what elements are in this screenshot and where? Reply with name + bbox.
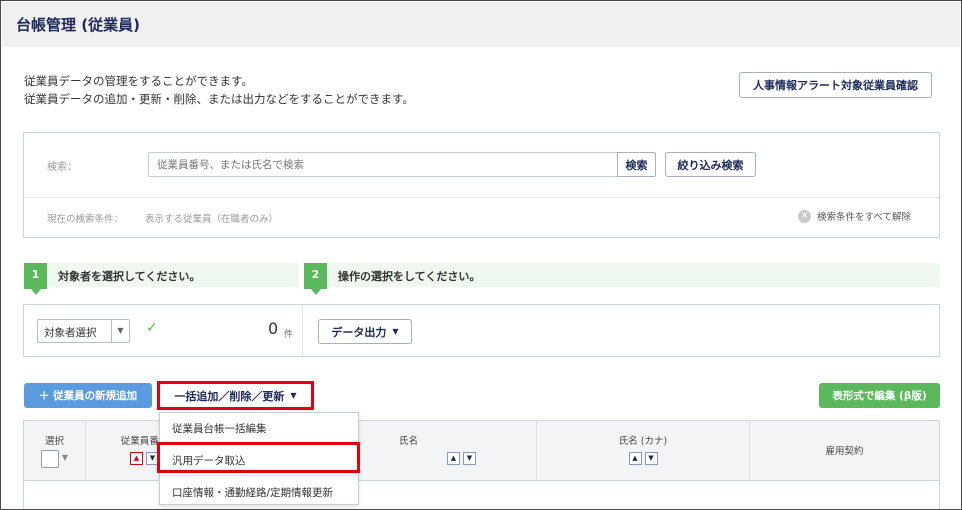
select-all-checkbox[interactable] [40,450,59,468]
condition-label: 現在の検索条件： [47,214,124,225]
sort-ascending-icon[interactable]: ▲ [628,452,642,465]
divider [24,197,939,198]
step-2-bar: 2 操作の選択をしてください。 [304,263,940,295]
column-select: 選択 ▼ [24,421,86,480]
column-select-label: 選択 [44,436,64,447]
sort-controls: ▲ ▼ [537,452,749,465]
menu-item-bulk-edit[interactable]: 従業員台帳一括編集 [160,413,358,441]
app-window: 台帳管理 (従業員) 従業員データの管理をすることができます。 従業員データの追… [0,0,962,510]
bulk-update-label: 一括追加／削除／更新 [174,389,285,403]
table-edit-button[interactable]: 表形式で編集 (β版) [819,383,940,408]
description-line-2: 従業員データの追加・更新・削除、または出力などをすることができます。 [24,92,414,106]
filter-search-button[interactable]: 絞り込み検索 [665,152,756,177]
data-output-button[interactable]: データ出力 ▼ [318,319,412,344]
clear-conditions-link[interactable]: ✕ 検索条件をすべて解除 [798,209,911,223]
sort-descending-icon[interactable]: ▼ [644,452,658,465]
search-input[interactable] [148,152,617,177]
divider [160,475,358,476]
alert-employees-button[interactable]: 人事情報アラート対象従業員確認 [739,72,932,98]
bulk-update-button[interactable]: 一括追加／削除／更新 ▼ [159,383,312,408]
sort-ascending-icon[interactable]: ▲ [447,452,460,465]
caret-down-icon: ▼ [392,327,399,336]
bulk-update-menu: 従業員台帳一括編集 汎用データ取込 口座情報・通勤経路/定期情報更新 [159,412,359,505]
x-circle-icon: ✕ [798,209,811,223]
check-icon: ✓ [146,320,158,336]
caret-down-icon: ▼ [290,391,297,400]
page-header: 台帳管理 (従業員) [2,2,960,47]
selected-count: 0 [268,319,279,338]
step-1-bar: 1 対象者を選択してください。 [24,263,299,295]
column-name-kana: 氏名 (カナ) ▲ ▼ [537,421,750,480]
search-label: 検索： [47,162,77,173]
page-title: 台帳管理 (従業員) [16,16,140,34]
step-2-number: 2 [304,263,327,295]
menu-item-generic-import[interactable]: 汎用データ取込 [160,445,358,473]
column-name-kana-label: 氏名 (カナ) [618,436,668,447]
data-output-label: データ出力 [331,325,387,339]
description-line-1: 従業員データの管理をすることができます。 [24,74,253,88]
add-employee-button[interactable]: ＋ 従業員の新規追加 [24,383,152,408]
search-button[interactable]: 検索 [617,152,656,177]
page-description: 従業員データの管理をすることができます。 従業員データの追加・更新・削除、または… [24,72,414,108]
condition-value: 表示する従業員（在職者のみ） [145,214,279,225]
target-select-dropdown[interactable]: 対象者選択 ▼ [37,319,130,343]
search-panel: 検索： 検索 絞り込み検索 現在の検索条件： 表示する従業員（在職者のみ） ✕ … [23,132,940,238]
selected-count-unit: 件 [284,330,294,340]
sort-descending-icon[interactable]: ▼ [463,452,476,465]
step-1-number: 1 [24,263,47,295]
sort-ascending-icon[interactable]: ▲ [130,452,143,465]
column-employment-contract-label: 雇用契約 [825,446,864,457]
step-2-text: 操作の選択をしてください。 [338,270,481,283]
operations-panel: 対象者選択 ▼ ✓ 0 件 データ出力 ▼ [23,304,940,357]
divider [302,305,303,356]
chevron-down-icon: ▼ [111,320,129,342]
caret-down-icon[interactable]: ▼ [62,453,68,462]
step-1-text: 対象者を選択してください。 [58,270,201,283]
clear-conditions-label: 検索条件をすべて解除 [817,212,911,223]
divider [160,443,358,444]
column-employment-contract: 雇用契約 [750,421,939,480]
sort-descending-icon[interactable]: ▼ [146,452,159,465]
target-select-label: 対象者選択 [44,327,97,339]
menu-item-account-commute-update[interactable]: 口座情報・通勤経路/定期情報更新 [160,477,358,505]
